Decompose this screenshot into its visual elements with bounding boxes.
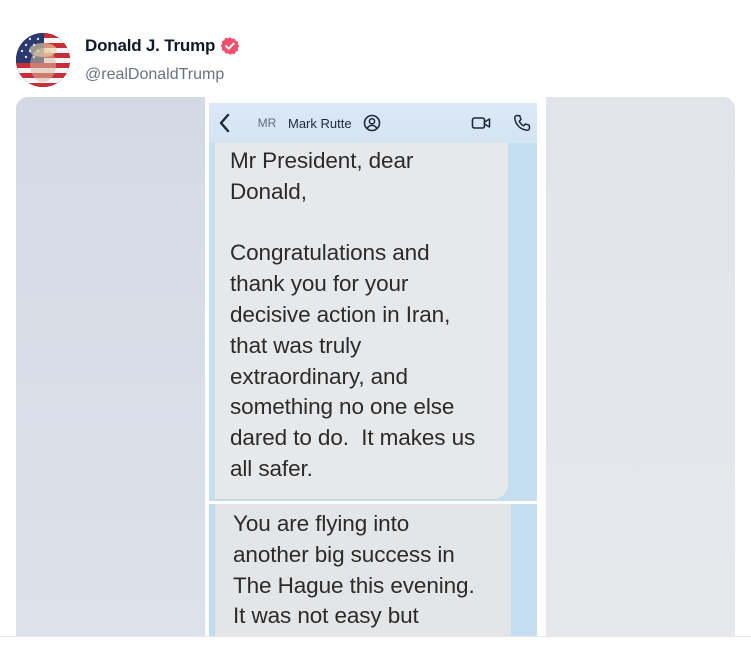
post-header: Donald J. Trump @realDonaldTrump [16,30,716,88]
author-handle[interactable]: @realDonaldTrump [85,66,240,84]
chevron-left-icon [219,113,230,133]
chat-header-bar: MR Mark Rutte [209,103,537,143]
author-avatar[interactable] [16,33,70,87]
author-info: Donald J. Trump @realDonaldTrump [85,36,240,84]
post-footer-edge [0,636,751,646]
media-blur-left [16,97,205,646]
contact-name: Mark Rutte [288,116,352,131]
media-blur-right [546,97,735,646]
verified-check-icon [220,36,240,56]
bubble-edge [209,143,215,499]
message-screenshot: MR Mark Rutte Mr President, dear Donald,… [205,97,546,646]
contact-card-icon [363,114,381,132]
contact-initials: MR [257,116,277,130]
message-text: Mr President, dear Donald, Congratulatio… [230,148,476,481]
author-name[interactable]: Donald J. Trump [85,36,215,56]
chat-view: MR Mark Rutte Mr President, dear Donald,… [209,103,537,646]
phone-call-icon [514,114,531,131]
post-media[interactable]: MR Mark Rutte Mr President, dear Donald,… [16,97,735,646]
profile-avatar-flag [16,33,70,87]
message-text: You are flying into another big success … [233,511,475,629]
author-name-row: Donald J. Trump [85,36,240,56]
video-call-icon [471,117,491,129]
